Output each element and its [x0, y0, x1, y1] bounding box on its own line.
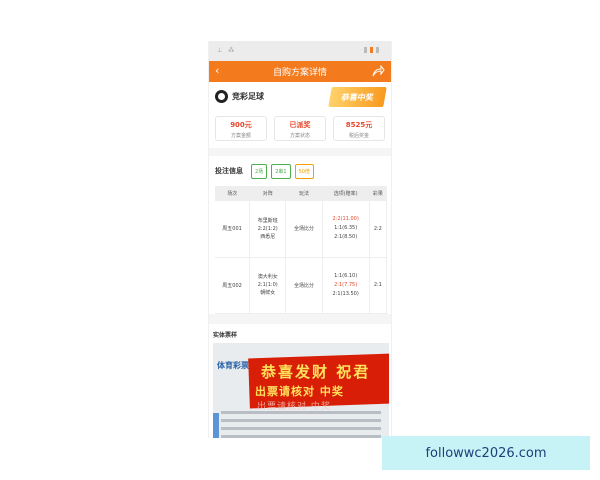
home-team: 澳大利女: [257, 274, 278, 280]
table-row: 周五001 布里斯班 2:2(1:2) 西悉尼 全场比分 2:2(11.00) …: [215, 201, 388, 258]
summary-value: 已派奖: [289, 121, 311, 129]
option: 1:1(6.35): [334, 225, 358, 232]
bet-info: 投注信息 2场 2串1 50倍: [209, 156, 391, 186]
away-team: 西悉尼: [260, 233, 276, 240]
bet-tag-multiple: 50倍: [294, 163, 314, 179]
bet-info-title: 投注信息: [215, 167, 243, 175]
table-header: 彩果: [369, 186, 387, 201]
option: 1:1(6.10): [334, 272, 358, 279]
back-icon[interactable]: ‹: [215, 64, 219, 77]
summary-value: 8525元: [345, 121, 373, 129]
option: 2:1(8.50): [334, 234, 358, 241]
bet-tag-matches: 2场: [251, 163, 268, 179]
bet-table: 场次 对阵 玩法 选项(赔率) 彩果 周五001 布里斯班 2:2(1:2) 西…: [215, 186, 388, 314]
status-left: ⊥ ⁂: [217, 47, 237, 54]
table-header: 对阵: [249, 186, 286, 201]
summary-card-status: 已派奖 方案状态: [274, 116, 326, 141]
table-header: 选项(赔率): [322, 186, 370, 201]
play-type: 全场比分: [285, 257, 323, 314]
result: 2:2: [369, 201, 388, 258]
match-id: 周五001: [215, 201, 251, 258]
away-team: 朝鲜女: [260, 290, 276, 296]
status-right: [364, 47, 379, 53]
table-row: 周五002 澳大利女 2:1(1:0) 朝鲜女 全场比分 1:1(6.10) 2…: [215, 257, 388, 314]
summary-label: 方案状态: [289, 133, 310, 139]
banner-line-1: 恭喜发财 祝君: [261, 362, 371, 381]
home-team: 布里斯班: [257, 217, 278, 224]
phone-screen: ⊥ ⁂ ‹ 自购方案详情 竞彩足球 恭喜中奖 900元 方案金额 已派奖 方案状…: [208, 41, 392, 438]
option-winning: 2:1(7.75): [334, 281, 358, 288]
summary-card-amount: 900元 方案金额: [215, 116, 267, 141]
ticket-photo[interactable]: 体育彩票 恭喜发财 祝君 出票请核对 中奖 出票请核对 中奖: [213, 342, 389, 439]
watermark: followwc2026.com: [382, 436, 590, 470]
lottery-logo: 体育彩票: [217, 360, 249, 370]
soccer-ball-icon: [215, 90, 228, 103]
page-title: 自购方案详情: [272, 68, 327, 78]
teams-cell: 布里斯班 2:2(1:2) 西悉尼: [249, 201, 287, 258]
lottery-name: 竞彩足球: [232, 92, 264, 101]
match-id: 周五002: [215, 257, 251, 314]
table-header: 玩法: [285, 186, 323, 201]
options-cell: 1:1(6.10) 2:1(7.75) 2:1(13.50): [322, 257, 370, 314]
plan-summary: 900元 方案金额 已派奖 方案状态 8525元 税后奖金: [209, 116, 391, 146]
match-score: 2:2(1:2): [257, 225, 278, 232]
ticket-section-title: 实体票样: [213, 331, 238, 339]
match-score: 2:1(1:0): [257, 282, 278, 288]
teams-cell: 澳大利女 2:1(1:0) 朝鲜女: [249, 257, 287, 314]
summary-label: 税后奖金: [348, 133, 369, 139]
options-cell: 2:2(11.00) 1:1(6.35) 2:1(8.50): [322, 201, 370, 258]
section-divider: [209, 313, 391, 324]
option: 2:1(13.50): [332, 290, 359, 297]
banner-line-2: 出票请核对 中奖: [255, 384, 344, 398]
summary-card-prize: 8525元 税后奖金: [333, 116, 385, 141]
winning-stamp: 恭喜中奖: [328, 87, 387, 107]
lottery-header: 竞彩足球 恭喜中奖: [209, 82, 391, 116]
option-winning: 2:2(11.00): [332, 216, 359, 223]
section-divider: [209, 148, 391, 156]
ticket-edge: [213, 412, 219, 438]
result: 2:1: [369, 257, 388, 314]
share-icon[interactable]: [372, 65, 385, 77]
status-bar: ⊥ ⁂: [209, 41, 391, 61]
nav-bar: ‹ 自购方案详情: [209, 61, 391, 82]
summary-value: 900元: [230, 121, 252, 129]
table-header: 场次: [215, 186, 250, 201]
ticket-print-lines: [221, 410, 381, 439]
bet-tag-parlay: 2串1: [271, 163, 291, 179]
summary-label: 方案金额: [230, 133, 251, 139]
play-type: 全场比分: [285, 201, 323, 258]
